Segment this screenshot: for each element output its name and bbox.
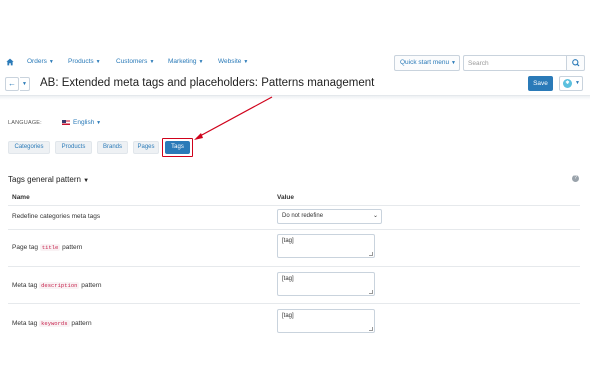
search-button[interactable] [567,55,585,71]
chevron-down-icon: ▼ [96,120,102,126]
search-icon [572,59,580,67]
nav-item-customers[interactable]: Customers ▼ [116,58,154,65]
home-icon[interactable] [6,58,14,66]
chevron-down-icon: ▼ [575,80,580,86]
redefine-meta-tags-select[interactable]: Do not redefine ⌄ [277,209,382,224]
column-header-value: Value [277,194,294,201]
chevron-down-icon: ▼ [243,59,249,65]
row-divider [8,303,580,304]
tab-categories[interactable]: Categories [8,141,50,154]
search-box [463,55,567,71]
annotation-highlight-box [162,138,193,157]
table-header-divider [8,205,580,206]
table-row-label: Page tag title pattern [12,244,83,251]
search-input[interactable] [464,56,566,70]
nav-item-website[interactable]: Website ▼ [218,58,248,65]
arrow-left-icon: ← [8,79,16,88]
gear-icon: ✱ [563,79,572,88]
chevron-down-icon: ▼ [22,81,27,87]
meta-keywords-pattern-field[interactable]: [tag] [277,309,375,333]
chevron-down-icon: ⌄ [372,213,378,219]
page-title: AB: Extended meta tags and placeholders:… [40,77,375,89]
table-row-label: Redefine categories meta tags [12,213,101,220]
save-button[interactable]: Save [528,76,553,91]
row-divider [8,266,580,267]
back-dropdown-toggle[interactable]: ▼ [20,77,30,91]
chevron-down-icon: ▼ [48,59,54,65]
title-bar-shadow [0,96,590,100]
help-icon[interactable]: ? [572,175,579,182]
chevron-down-icon: ▼ [83,178,90,184]
table-row-label: Meta tag keywords pattern [12,320,92,327]
language-label: LANGUAGE: [8,120,42,126]
settings-dropdown-button[interactable]: ✱ ▼ [559,76,583,91]
quick-start-menu-button[interactable]: Quick start menu ▼ [394,55,460,71]
tab-brands[interactable]: Brands [97,141,128,154]
nav-item-orders[interactable]: Orders ▼ [27,58,54,65]
us-flag-icon [62,120,70,125]
section-title-toggle[interactable]: Tags general pattern ▼ [8,175,89,184]
nav-item-products[interactable]: Products ▼ [68,58,101,65]
row-divider [8,229,580,230]
resize-handle-icon[interactable] [369,252,373,256]
meta-description-pattern-field[interactable]: [tag] [277,272,375,296]
resize-handle-icon[interactable] [369,290,373,294]
back-button[interactable]: ← [5,77,19,91]
column-header-name: Name [12,194,30,201]
chevron-down-icon: ▼ [95,59,101,65]
language-selector[interactable]: English ▼ [73,119,101,126]
tab-pages[interactable]: Pages [133,141,159,154]
chevron-down-icon: ▼ [149,59,155,65]
tab-products[interactable]: Products [55,141,92,154]
resize-handle-icon[interactable] [369,327,373,331]
table-row-label: Meta tag description pattern [12,282,102,289]
nav-item-marketing[interactable]: Marketing ▼ [168,58,204,65]
page-title-pattern-field[interactable]: [tag] [277,234,375,258]
chevron-down-icon: ▼ [198,59,204,65]
chevron-down-icon: ▼ [450,60,456,66]
